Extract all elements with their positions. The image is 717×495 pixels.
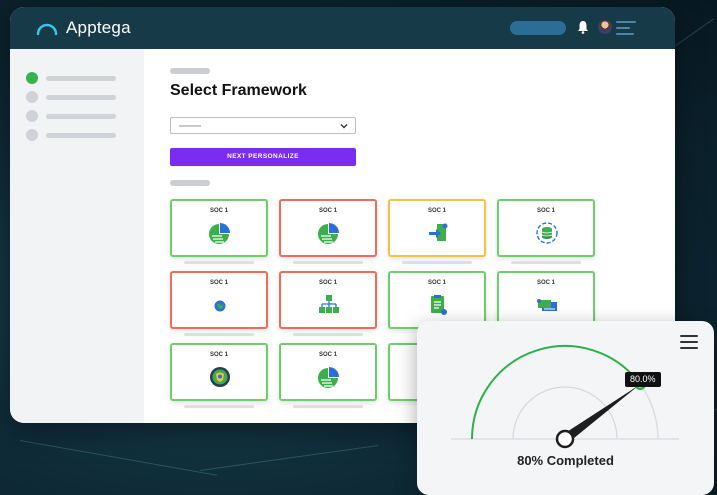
framework-card[interactable]: SOC 1 <box>388 199 486 257</box>
sidebar <box>10 49 144 423</box>
globe-shield-icon <box>210 367 230 387</box>
card-caption-placeholder <box>293 261 363 264</box>
framework-card[interactable]: SOC 1 <box>279 343 377 401</box>
select-placeholder <box>179 125 201 127</box>
gauge-track <box>471 345 659 440</box>
framework-label: SOC 1 <box>318 208 337 214</box>
framework-card[interactable]: SOC 1 <box>497 199 595 257</box>
framework-label: SOC 1 <box>427 208 446 214</box>
step-pending-icon <box>26 110 38 122</box>
sidebar-item-2[interactable] <box>26 91 116 103</box>
step-pending-icon <box>26 129 38 141</box>
card-caption-placeholder <box>293 333 363 336</box>
chevron-down-icon <box>340 124 348 129</box>
framework-label: SOC 1 <box>318 352 337 358</box>
step-complete-icon <box>26 72 38 84</box>
completion-gauge-card: 80.0% 80% Completed <box>417 321 714 495</box>
framework-select[interactable] <box>170 117 356 134</box>
user-avatar[interactable] <box>598 20 612 34</box>
brand-name: Apptega <box>66 18 131 37</box>
pie-chart-icon <box>318 367 339 388</box>
framework-label: SOC 1 <box>209 352 228 358</box>
apptega-logo-icon <box>36 23 58 35</box>
framework-label: SOC 1 <box>318 280 337 286</box>
gauge-caption: 80% Completed <box>517 453 614 468</box>
framework-card[interactable]: SOC 1 <box>279 271 377 329</box>
breadcrumb-placeholder <box>170 68 210 74</box>
sidebar-item-placeholder <box>46 132 116 138</box>
next-personalize-button[interactable]: NEXT PERSONALIZE <box>170 148 356 166</box>
framework-label: SOC 1 <box>427 280 446 286</box>
database-sync-icon <box>536 222 558 244</box>
hierarchy-icon <box>319 295 339 313</box>
framework-card[interactable]: SOC 1 <box>170 199 268 257</box>
gauge-pivot <box>555 429 575 449</box>
step-pending-icon <box>26 91 38 103</box>
top-navigation-bar: Apptega <box>10 7 675 49</box>
framework-label: SOC 1 <box>536 208 555 214</box>
sidebar-item-placeholder <box>46 94 116 100</box>
pie-chart-icon <box>209 223 230 244</box>
clipboard-icon <box>431 295 447 315</box>
framework-label: SOC 1 <box>536 280 555 286</box>
framework-card[interactable]: SOC 1 <box>170 343 268 401</box>
sidebar-item-placeholder <box>46 113 116 119</box>
card-caption-placeholder <box>184 405 254 408</box>
sidebar-item-placeholder <box>46 75 116 81</box>
section-label-placeholder <box>170 180 210 186</box>
framework-card[interactable]: SOC 1 <box>279 199 377 257</box>
cards-icon <box>537 299 557 311</box>
sidebar-item-4[interactable] <box>26 129 116 141</box>
gauge-needle <box>562 385 639 443</box>
page-title: Select Framework <box>170 82 307 99</box>
top-search-pill[interactable] <box>510 21 566 35</box>
completion-gauge <box>451 345 679 449</box>
card-caption-placeholder <box>402 261 472 264</box>
pie-chart-icon <box>318 223 339 244</box>
bell-icon[interactable] <box>577 20 589 34</box>
card-caption-placeholder <box>184 333 254 336</box>
brand[interactable]: Apptega <box>36 18 131 38</box>
document-arrow-icon <box>429 223 448 241</box>
menu-icon[interactable] <box>616 21 636 35</box>
sidebar-item-1[interactable] <box>26 72 116 84</box>
framework-card[interactable]: SOC 1 <box>170 271 268 329</box>
card-caption-placeholder <box>184 261 254 264</box>
gauge-value-tooltip: 80.0% <box>625 372 661 387</box>
card-caption-placeholder <box>511 261 581 264</box>
globe-icon <box>214 300 226 312</box>
sidebar-item-3[interactable] <box>26 110 116 122</box>
framework-label: SOC 1 <box>209 280 228 286</box>
framework-label: SOC 1 <box>209 208 228 214</box>
card-caption-placeholder <box>293 405 363 408</box>
